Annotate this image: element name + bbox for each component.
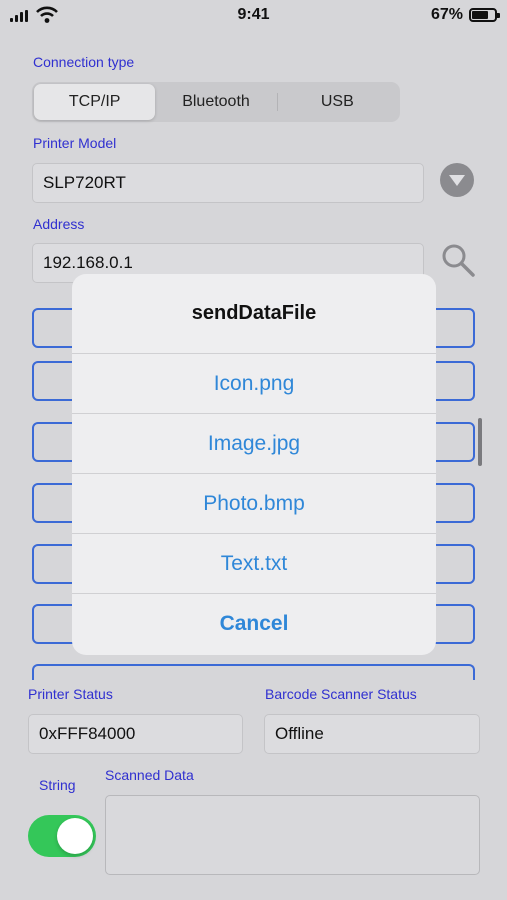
option-icon-png[interactable]: Icon.png — [72, 354, 436, 414]
send-data-file-dialog: sendDataFile Icon.png Image.jpg Photo.bm… — [72, 274, 436, 655]
dialog-title: sendDataFile — [72, 274, 436, 354]
option-text-txt[interactable]: Text.txt — [72, 534, 436, 594]
option-photo-bmp[interactable]: Photo.bmp — [72, 474, 436, 534]
cancel-button[interactable]: Cancel — [72, 594, 436, 654]
option-image-jpg[interactable]: Image.jpg — [72, 414, 436, 474]
